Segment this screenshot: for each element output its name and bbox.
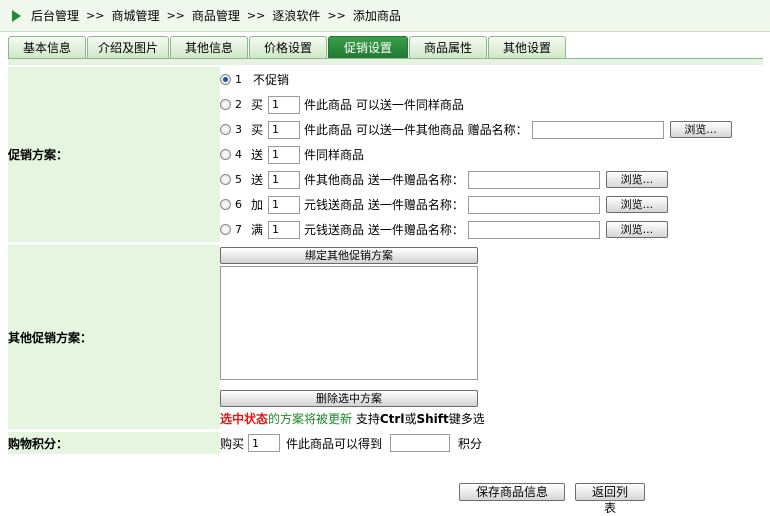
promo-option-1: 1 不促销 bbox=[220, 67, 763, 92]
promo-plan-row: 促销方案： 1 不促销 2 买 件此商品 可以送一件同样商品 3 买 bbox=[8, 67, 763, 242]
breadcrumb-separator: >> bbox=[86, 9, 105, 22]
breadcrumb-separator: >> bbox=[327, 9, 346, 22]
hint-support-text: 支持 bbox=[352, 412, 380, 426]
promo-option-verb: 买 bbox=[251, 123, 264, 137]
tab-intro-images[interactable]: 介绍及图片 bbox=[87, 36, 169, 58]
tab-product-attributes[interactable]: 商品属性 bbox=[409, 36, 487, 58]
tab-promotion-settings[interactable]: 促销设置 bbox=[328, 36, 408, 58]
tab-other-info[interactable]: 其他信息 bbox=[170, 36, 248, 58]
browse-button-7[interactable]: 浏览... bbox=[605, 221, 668, 238]
points-unit-text: 积分 bbox=[458, 436, 483, 451]
promo-option-3: 3 买 件此商品 可以送一件其他商品 赠品名称： 浏览... bbox=[220, 117, 763, 142]
promo-option-verb: 加 bbox=[251, 198, 264, 212]
promo-quantity-input-2[interactable] bbox=[268, 95, 300, 114]
promo-radio-2[interactable] bbox=[220, 99, 231, 110]
promo-option-text: 件此商品 可以送一件其他商品 赠品名称： bbox=[304, 123, 528, 137]
points-row: 购物积分： 购买 件此商品可以得到 积分 bbox=[8, 432, 763, 454]
promo-option-verb: 满 bbox=[251, 223, 264, 237]
promo-option-text: 元钱送商品 送一件赠品名称： bbox=[304, 198, 464, 212]
back-to-list-button[interactable]: 返回列表 bbox=[575, 483, 645, 515]
browse-button-3[interactable]: 浏览... bbox=[669, 121, 732, 138]
tab-basic-info[interactable]: 基本信息 bbox=[8, 36, 86, 58]
browse-button-6[interactable]: 浏览... bbox=[605, 196, 668, 213]
promo-list-box[interactable] bbox=[220, 266, 478, 380]
promo-option-number: 2 bbox=[235, 98, 242, 111]
points-controls: 购买 件此商品可以得到 积分 bbox=[220, 432, 763, 454]
hint-update-text: 的方案将被更新 bbox=[268, 412, 353, 426]
promo-option-4: 4 送 件同样商品 bbox=[220, 142, 763, 167]
gift-name-input-3[interactable] bbox=[531, 120, 664, 139]
promo-option-text: 不促销 bbox=[253, 73, 290, 87]
points-mid-text: 件此商品可以得到 bbox=[286, 436, 383, 451]
promo-quantity-input-4[interactable] bbox=[268, 145, 300, 164]
points-value-input[interactable] bbox=[390, 434, 451, 452]
promo-radio-6[interactable] bbox=[220, 199, 231, 210]
promo-option-number: 5 bbox=[235, 173, 242, 186]
promo-option-number: 6 bbox=[235, 198, 242, 211]
multi-select-hint: 选中状态的方案将被更新 支持Ctrl或Shift键多选 bbox=[220, 410, 763, 427]
promo-option-verb: 送 bbox=[251, 173, 264, 187]
promo-option-number: 1 bbox=[235, 73, 242, 86]
promo-option-text: 元钱送商品 送一件赠品名称： bbox=[304, 223, 464, 237]
breadcrumb-item-add-product: 添加商品 bbox=[352, 9, 401, 23]
hint-end-text: 键多选 bbox=[448, 412, 485, 426]
breadcrumb-item-products[interactable]: 商品管理 bbox=[192, 7, 240, 24]
promo-amount-input-7[interactable] bbox=[268, 220, 300, 239]
hint-shift-key: Shift bbox=[416, 412, 449, 426]
promo-radio-3[interactable] bbox=[220, 124, 231, 135]
promo-option-6: 6 加 元钱送商品 送一件赠品名称： 浏览... bbox=[220, 192, 763, 217]
promo-radio-1[interactable] bbox=[220, 74, 231, 85]
breadcrumb-item-mall[interactable]: 商城管理 bbox=[111, 7, 159, 24]
breadcrumb-item-admin[interactable]: 后台管理 bbox=[31, 7, 79, 24]
browse-button-5[interactable]: 浏览... bbox=[605, 171, 668, 188]
promo-option-number: 4 bbox=[235, 148, 242, 161]
promo-option-verb: 买 bbox=[251, 98, 264, 112]
promo-option-verb: 送 bbox=[251, 148, 264, 162]
breadcrumb-item-zhulang[interactable]: 逐浪软件 bbox=[272, 7, 320, 24]
gift-name-input-7[interactable] bbox=[467, 220, 600, 239]
tab-bar: 基本信息 介绍及图片 其他信息 价格设置 促销设置 商品属性 其他设置 bbox=[8, 36, 567, 59]
promo-option-7: 7 满 元钱送商品 送一件赠品名称： 浏览... bbox=[220, 217, 763, 242]
promo-radio-5[interactable] bbox=[220, 174, 231, 185]
promo-option-text: 件其他商品 送一件赠品名称： bbox=[304, 173, 464, 187]
promo-option-text: 件同样商品 bbox=[304, 148, 365, 162]
promo-plan-label: 促销方案： bbox=[8, 67, 220, 242]
promo-option-5: 5 送 件其他商品 送一件赠品名称： 浏览... bbox=[220, 167, 763, 192]
promo-radio-4[interactable] bbox=[220, 149, 231, 160]
play-arrow-icon bbox=[12, 9, 21, 22]
tab-other-settings[interactable]: 其他设置 bbox=[488, 36, 566, 58]
promo-quantity-input-5[interactable] bbox=[268, 170, 300, 189]
breadcrumb-separator: >> bbox=[166, 9, 185, 22]
save-product-button[interactable]: 保存商品信息 bbox=[459, 483, 565, 501]
points-buy-text: 购买 bbox=[220, 436, 245, 451]
hint-or-text: 或 bbox=[404, 412, 417, 426]
delete-selected-button[interactable]: 删除选中方案 bbox=[220, 390, 478, 407]
promo-option-number: 7 bbox=[235, 223, 242, 236]
other-promo-row: 其他促销方案： 绑定其他促销方案 删除选中方案 选中状态的方案将被更新 支持Ct… bbox=[8, 245, 763, 429]
promo-radio-7[interactable] bbox=[220, 224, 231, 235]
hint-selected-state: 选中状态 bbox=[220, 412, 269, 426]
bind-promo-button[interactable]: 绑定其他促销方案 bbox=[220, 247, 478, 264]
promo-amount-input-6[interactable] bbox=[268, 195, 300, 214]
promo-option-number: 3 bbox=[235, 123, 242, 136]
promotion-form: 促销方案： 1 不促销 2 买 件此商品 可以送一件同样商品 3 买 bbox=[8, 64, 763, 458]
promo-option-2: 2 买 件此商品 可以送一件同样商品 bbox=[220, 92, 763, 117]
breadcrumb-separator: >> bbox=[246, 9, 266, 22]
points-quantity-input[interactable] bbox=[248, 434, 281, 452]
promo-option-text: 件此商品 可以送一件同样商品 bbox=[304, 98, 464, 112]
breadcrumb: 后台管理 >> 商城管理 >> 商品管理 >> 逐浪软件 >> 添加商品 bbox=[0, 0, 770, 32]
hint-ctrl-key: Ctrl bbox=[379, 412, 405, 426]
promo-quantity-input-3[interactable] bbox=[268, 120, 300, 139]
gift-name-input-5[interactable] bbox=[467, 170, 600, 189]
other-promo-label: 其他促销方案： bbox=[8, 245, 220, 429]
tab-price-settings[interactable]: 价格设置 bbox=[249, 36, 327, 58]
points-label: 购物积分： bbox=[8, 432, 220, 454]
gift-name-input-6[interactable] bbox=[467, 195, 600, 214]
